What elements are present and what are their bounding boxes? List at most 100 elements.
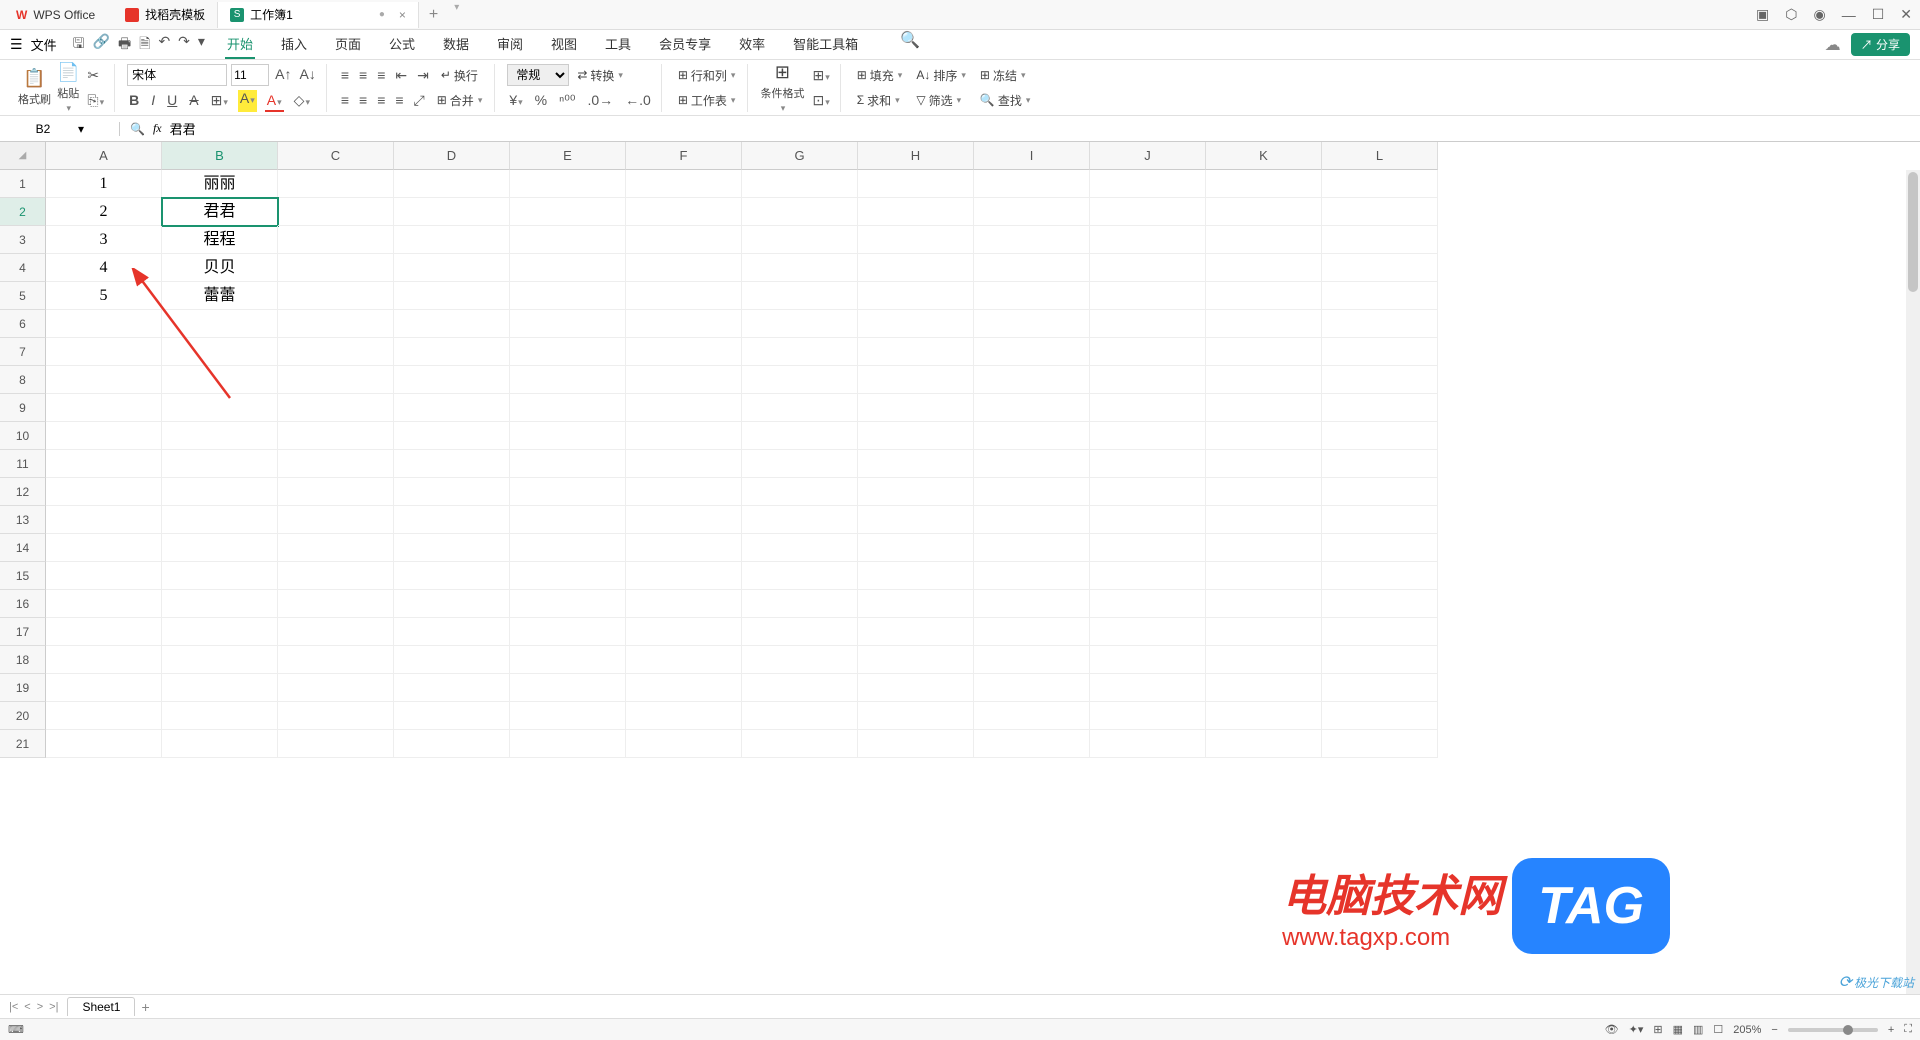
cell[interactable] [974,506,1090,534]
cell[interactable] [1090,618,1206,646]
tab-page[interactable]: 页面 [333,30,363,59]
cell[interactable] [278,310,394,338]
col-header[interactable]: A [46,142,162,170]
cell[interactable] [46,310,162,338]
tab-member[interactable]: 会员专享 [657,30,713,59]
search-icon[interactable]: 🔍 [900,30,920,59]
border-icon[interactable]: ⊞▾ [209,90,230,112]
cell[interactable] [1090,366,1206,394]
cell[interactable] [858,170,974,198]
cell[interactable] [1206,422,1322,450]
tab-efficiency[interactable]: 效率 [737,30,767,59]
cell[interactable] [974,254,1090,282]
cell[interactable] [278,282,394,310]
cell[interactable] [278,646,394,674]
col-header[interactable]: L [1322,142,1438,170]
cell[interactable] [1206,282,1322,310]
cell[interactable] [1090,646,1206,674]
cell[interactable] [1322,478,1438,506]
maximize-icon[interactable]: ☐ [1872,6,1885,23]
sum-button[interactable]: Σ 求和▾ [853,90,907,111]
cell[interactable] [626,170,742,198]
cell[interactable] [510,534,626,562]
cell[interactable] [162,366,278,394]
cell[interactable]: 程程 [162,226,278,254]
cell[interactable] [394,534,510,562]
cell[interactable] [394,590,510,618]
cell[interactable] [394,618,510,646]
spreadsheet-grid[interactable]: ◢ABCDEFGHIJKL11丽丽22君君33程程44贝贝55蕾蕾6789101… [0,142,1920,758]
cell[interactable] [1322,310,1438,338]
cell[interactable] [1206,226,1322,254]
cell[interactable] [510,450,626,478]
cell[interactable] [742,590,858,618]
cell[interactable] [46,338,162,366]
cell[interactable] [1322,254,1438,282]
cell[interactable] [742,254,858,282]
row-header[interactable]: 13 [0,506,46,534]
cell[interactable] [858,730,974,758]
cell[interactable] [974,534,1090,562]
cell[interactable] [742,226,858,254]
cell[interactable] [742,310,858,338]
cell[interactable] [510,674,626,702]
cell[interactable] [1090,170,1206,198]
cell[interactable] [858,198,974,226]
cell[interactable] [510,646,626,674]
cell[interactable] [858,646,974,674]
close-tab-icon[interactable]: × [399,8,406,22]
font-color-icon[interactable]: A▾ [265,90,284,112]
cell[interactable]: 贝贝 [162,254,278,282]
cell[interactable] [626,282,742,310]
cell[interactable] [974,450,1090,478]
cell[interactable] [46,590,162,618]
cell[interactable] [510,702,626,730]
cell[interactable] [974,730,1090,758]
zoom-label[interactable]: 205% [1733,1024,1761,1036]
cell[interactable] [278,478,394,506]
cell[interactable] [1206,198,1322,226]
cell[interactable] [1206,394,1322,422]
cell[interactable] [974,674,1090,702]
cell[interactable] [510,282,626,310]
cell[interactable] [1322,646,1438,674]
row-header[interactable]: 6 [0,310,46,338]
cell[interactable] [162,730,278,758]
cell[interactable] [742,394,858,422]
tab-view[interactable]: 视图 [549,30,579,59]
cell[interactable] [278,674,394,702]
align-justify-icon[interactable]: ≡ [393,90,405,111]
col-header[interactable]: E [510,142,626,170]
grid-icon[interactable]: ⊞ [1653,1023,1662,1036]
cell[interactable] [1090,534,1206,562]
cell[interactable] [1206,702,1322,730]
cell[interactable] [278,618,394,646]
cell[interactable] [626,198,742,226]
tab-formula[interactable]: 公式 [387,30,417,59]
clear-format-icon[interactable]: ◇▾ [292,90,312,112]
col-header[interactable]: J [1090,142,1206,170]
number-format-select[interactable]: 常规 [507,64,569,86]
cell[interactable] [510,310,626,338]
cell[interactable] [278,534,394,562]
row-header[interactable]: 17 [0,618,46,646]
dec-decimal-icon[interactable]: ←.0 [623,90,653,111]
cell[interactable]: 3 [46,226,162,254]
cell[interactable] [162,310,278,338]
cell[interactable] [974,618,1090,646]
cell[interactable] [1322,562,1438,590]
cell[interactable] [1206,254,1322,282]
col-header[interactable]: D [394,142,510,170]
cell[interactable] [858,422,974,450]
vertical-scrollbar[interactable] [1906,170,1920,994]
cell[interactable] [1322,450,1438,478]
cube-icon[interactable]: ⬡ [1785,6,1797,23]
cell[interactable] [162,422,278,450]
cell[interactable] [510,170,626,198]
cell[interactable]: 5 [46,282,162,310]
comma-icon[interactable]: ⁿ⁰⁰ [557,90,577,111]
cell[interactable] [974,366,1090,394]
cell[interactable] [510,562,626,590]
row-header[interactable]: 20 [0,702,46,730]
cell[interactable] [974,310,1090,338]
